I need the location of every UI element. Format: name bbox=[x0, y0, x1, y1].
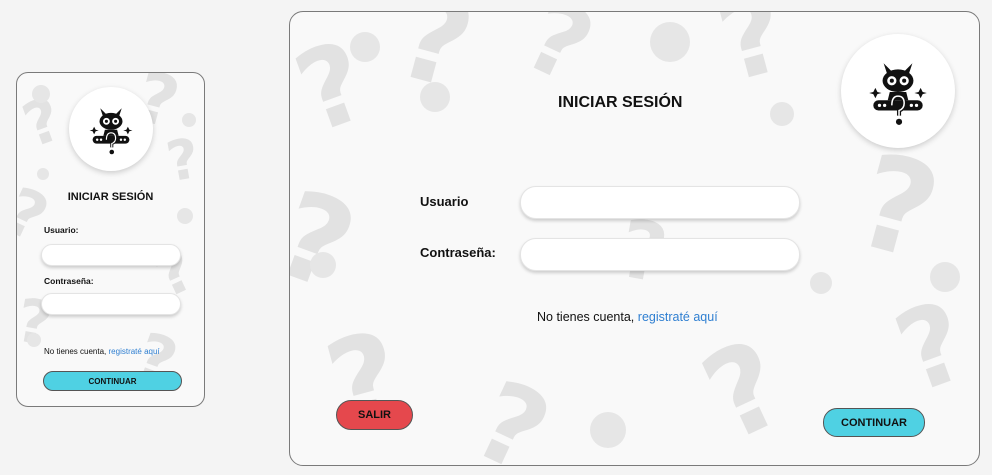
username-field[interactable] bbox=[41, 244, 181, 266]
password-label: Contraseña: bbox=[420, 245, 496, 260]
password-label: Contraseña: bbox=[44, 276, 94, 286]
avatar bbox=[841, 34, 955, 148]
password-field[interactable] bbox=[520, 238, 800, 271]
continue-button[interactable]: CONTINUAR bbox=[823, 408, 925, 437]
page-title: INICIAR SESIÓN bbox=[558, 94, 683, 111]
register-prompt-text: No tienes cuenta, bbox=[44, 347, 107, 356]
mobile-login-panel: ? ? ? ? ? ? ? INICIAR SESIÓN Usuario: Co… bbox=[16, 72, 205, 407]
register-prompt: No tienes cuenta, registraté aquí bbox=[537, 310, 718, 324]
avatar bbox=[69, 87, 153, 171]
register-link[interactable]: registraté aquí bbox=[638, 310, 718, 324]
password-field[interactable] bbox=[41, 293, 181, 315]
cat-with-glasses-question-mark-icon bbox=[89, 108, 133, 155]
desktop-login-panel: ? ? ? ? ? ? ? ? ? ? ? bbox=[289, 11, 980, 466]
exit-button[interactable]: SALIR bbox=[336, 400, 413, 430]
cat-with-glasses-question-mark-icon bbox=[869, 63, 927, 125]
register-prompt-text: No tienes cuenta, bbox=[537, 310, 635, 324]
username-label: Usuario bbox=[420, 194, 469, 209]
username-field[interactable] bbox=[520, 186, 800, 219]
continue-button[interactable]: CONTINUAR bbox=[43, 371, 182, 391]
register-prompt: No tienes cuenta, registraté aquí bbox=[44, 347, 160, 356]
page-title: INICIAR SESIÓN bbox=[67, 191, 154, 203]
username-label: Usuario: bbox=[44, 225, 79, 235]
register-link[interactable]: registraté aquí bbox=[109, 347, 160, 356]
